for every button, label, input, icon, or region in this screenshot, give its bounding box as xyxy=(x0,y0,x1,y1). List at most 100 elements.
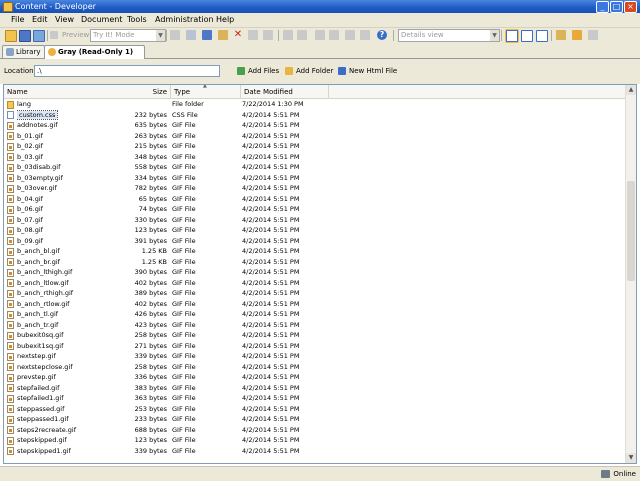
title-bar[interactable]: Content - Developer _ □ × xyxy=(0,0,640,13)
find-icon[interactable] xyxy=(345,30,355,40)
menu-view[interactable]: View xyxy=(54,14,75,26)
table-row[interactable]: b_04.gif 65 bytes GIF File 4/2/2014 5:51 PM xyxy=(4,194,626,205)
save-all-icon[interactable] xyxy=(33,30,45,42)
mode-select[interactable]: Try It! Mode ▼ xyxy=(90,29,166,42)
rename-icon[interactable] xyxy=(248,30,258,40)
copy-icon[interactable] xyxy=(202,30,212,40)
table-row[interactable]: bubexit1sq.gif 271 bytes GIF File 4/2/2014 … xyxy=(4,341,626,352)
tab-library[interactable]: Library xyxy=(2,45,45,58)
minimize-button[interactable]: _ xyxy=(596,1,609,13)
list-view-icon[interactable] xyxy=(521,30,533,42)
table-row[interactable]: nextstep.gif 339 bytes GIF File 4/2/2014 5:… xyxy=(4,351,626,362)
table-row[interactable]: b_anch_br.gif 1.25 KB GIF File 4/2/2014 5:5… xyxy=(4,257,626,268)
table-row[interactable]: b_03disab.gif 558 bytes GIF File 4/2/2014 5… xyxy=(4,162,626,173)
menu-tools[interactable]: Tools xyxy=(126,14,148,26)
add-files-button[interactable]: Add Files xyxy=(237,66,279,76)
remove-icon[interactable] xyxy=(329,30,339,40)
gif-file-icon xyxy=(7,300,14,308)
new-html-file-button[interactable]: New Html File xyxy=(338,66,397,76)
menu-edit[interactable]: Edit xyxy=(31,14,49,26)
table-row[interactable]: b_02.gif 215 bytes GIF File 4/2/2014 5:51 P… xyxy=(4,141,626,152)
file-date: 4/2/2014 5:51 PM xyxy=(242,310,300,318)
window-title: Content - Developer xyxy=(15,2,96,11)
maximize-button[interactable]: □ xyxy=(610,1,623,13)
sort-arrow-icon: ▲ xyxy=(203,84,207,89)
file-list[interactable]: Name Size Type ▲ Date Modified lang File … xyxy=(3,84,637,464)
table-row[interactable]: b_06.gif 74 bytes GIF File 4/2/2014 5:51 PM xyxy=(4,204,626,215)
table-row[interactable]: stepfailed1.gif 363 bytes GIF File 4/2/2014… xyxy=(4,393,626,404)
scroll-thumb[interactable] xyxy=(627,181,635,281)
table-row[interactable]: b_anch_rtlow.gif 402 bytes GIF File 4/2/201… xyxy=(4,299,626,310)
table-row[interactable]: b_08.gif 123 bytes GIF File 4/2/2014 5:51 P… xyxy=(4,225,626,236)
folder-up-icon[interactable] xyxy=(556,30,566,40)
preview-button[interactable]: Preview xyxy=(50,29,89,41)
table-row[interactable]: steppassed.gif 253 bytes GIF File 4/2/2014 … xyxy=(4,404,626,415)
print-icon[interactable] xyxy=(170,30,180,40)
refresh-icon[interactable] xyxy=(588,30,598,40)
file-size: 339 bytes xyxy=(134,446,167,455)
file-type: GIF File xyxy=(172,247,196,255)
undo-icon[interactable] xyxy=(283,30,293,40)
scroll-down-icon[interactable]: ▼ xyxy=(626,453,636,463)
menu-bar: File Edit View Document Tools Administra… xyxy=(0,13,640,28)
thumbnails-view-icon[interactable] xyxy=(536,30,548,42)
file-name: b_06.gif xyxy=(17,205,43,213)
scroll-up-icon[interactable]: ▲ xyxy=(626,85,636,95)
add-folder-button[interactable]: Add Folder xyxy=(285,66,333,76)
table-row[interactable]: b_07.gif 330 bytes GIF File 4/2/2014 5:51 P… xyxy=(4,215,626,226)
table-row[interactable]: b_03empty.gif 334 bytes GIF File 4/2/2014 5… xyxy=(4,173,626,184)
close-button[interactable]: × xyxy=(624,1,637,13)
toolbar: Preview Try It! Mode ▼ ✕ ? Details view ▼ xyxy=(0,28,640,44)
column-name[interactable]: Name Size xyxy=(4,85,171,98)
chevron-down-icon: ▼ xyxy=(490,30,499,41)
table-row[interactable]: stepfailed.gif 383 bytes GIF File 4/2/2014 … xyxy=(4,383,626,394)
replace-icon[interactable] xyxy=(360,30,370,40)
open-icon[interactable] xyxy=(5,30,17,42)
table-row[interactable]: prevstep.gif 336 bytes GIF File 4/2/2014 5:… xyxy=(4,372,626,383)
new-folder-icon[interactable] xyxy=(572,30,582,40)
table-row[interactable]: b_03.gif 348 bytes GIF File 4/2/2014 5:51 P… xyxy=(4,152,626,163)
table-row[interactable]: b_03over.gif 782 bytes GIF File 4/2/2014 5:… xyxy=(4,183,626,194)
cut-icon[interactable] xyxy=(186,30,196,40)
table-row[interactable]: b_anch_rthigh.gif 389 bytes GIF File 4/2/20… xyxy=(4,288,626,299)
table-row[interactable]: addnotes.gif 635 bytes GIF File 4/2/2014 5:… xyxy=(4,120,626,131)
menu-administration[interactable]: Administration xyxy=(154,14,215,26)
menu-file[interactable]: File xyxy=(10,14,25,26)
delete-icon[interactable]: ✕ xyxy=(233,30,243,40)
table-row[interactable]: steppassed1.gif 233 bytes GIF File 4/2/2014… xyxy=(4,414,626,425)
help-icon[interactable]: ? xyxy=(377,30,387,40)
file-date: 4/2/2014 5:51 PM xyxy=(242,362,300,371)
table-row[interactable]: steps2recreate.gif 688 bytes GIF File 4/2/2… xyxy=(4,425,626,436)
table-row[interactable]: b_anch_lthigh.gif 390 bytes GIF File 4/2/20… xyxy=(4,267,626,278)
table-row[interactable]: lang File folder 7/22/2014 1:30 PM xyxy=(4,99,626,110)
table-row[interactable]: custom.css 232 bytes CSS File 4/2/2014 5:51… xyxy=(4,109,626,121)
save-icon[interactable] xyxy=(19,30,31,42)
table-row[interactable]: b_anch_bl.gif 1.25 KB GIF File 4/2/2014 5:5… xyxy=(4,246,626,257)
table-row[interactable]: b_09.gif 391 bytes GIF File 4/2/2014 5:51 P… xyxy=(4,236,626,247)
table-row[interactable]: stepskipped.gif 123 bytes GIF File 4/2/2014… xyxy=(4,435,626,446)
table-row[interactable]: b_anch_ltlow.gif 402 bytes GIF File 4/2/201… xyxy=(4,278,626,289)
gif-file-icon xyxy=(7,258,14,266)
table-row[interactable]: bubexit0sq.gif 258 bytes GIF File 4/2/2014 … xyxy=(4,330,626,341)
table-row[interactable]: b_01.gif 263 bytes GIF File 4/2/2014 5:51 P… xyxy=(4,131,626,142)
column-type[interactable]: Type ▲ xyxy=(171,85,241,98)
menu-document[interactable]: Document xyxy=(80,14,123,26)
insert-icon[interactable] xyxy=(315,30,325,40)
table-row[interactable]: b_anch_tl.gif 426 bytes GIF File 4/2/2014 5… xyxy=(4,309,626,320)
table-row[interactable]: stepskipped1.gif 339 bytes GIF File 4/2/201… xyxy=(4,446,626,457)
paste-icon[interactable] xyxy=(218,30,228,40)
column-date-modified[interactable]: Date Modified xyxy=(241,85,329,98)
redo-icon[interactable] xyxy=(297,30,307,40)
properties-icon[interactable] xyxy=(263,30,273,40)
vertical-scrollbar[interactable]: ▲ ▼ xyxy=(625,85,636,463)
column-size[interactable]: Size xyxy=(153,85,167,99)
location-input[interactable] xyxy=(34,65,220,77)
file-size xyxy=(113,99,167,110)
view-select[interactable]: Details view ▼ xyxy=(398,29,500,42)
table-row[interactable]: b_anch_tr.gif 423 bytes GIF File 4/2/2014 5… xyxy=(4,320,626,331)
menu-help[interactable]: Help xyxy=(215,14,235,26)
table-row[interactable]: nextstepclose.gif 258 bytes GIF File 4/2/20… xyxy=(4,362,626,373)
tab-gray-read-only[interactable]: Gray (Read-Only 1) xyxy=(44,45,145,59)
gif-file-icon xyxy=(7,331,14,340)
details-view-icon[interactable] xyxy=(506,30,518,42)
